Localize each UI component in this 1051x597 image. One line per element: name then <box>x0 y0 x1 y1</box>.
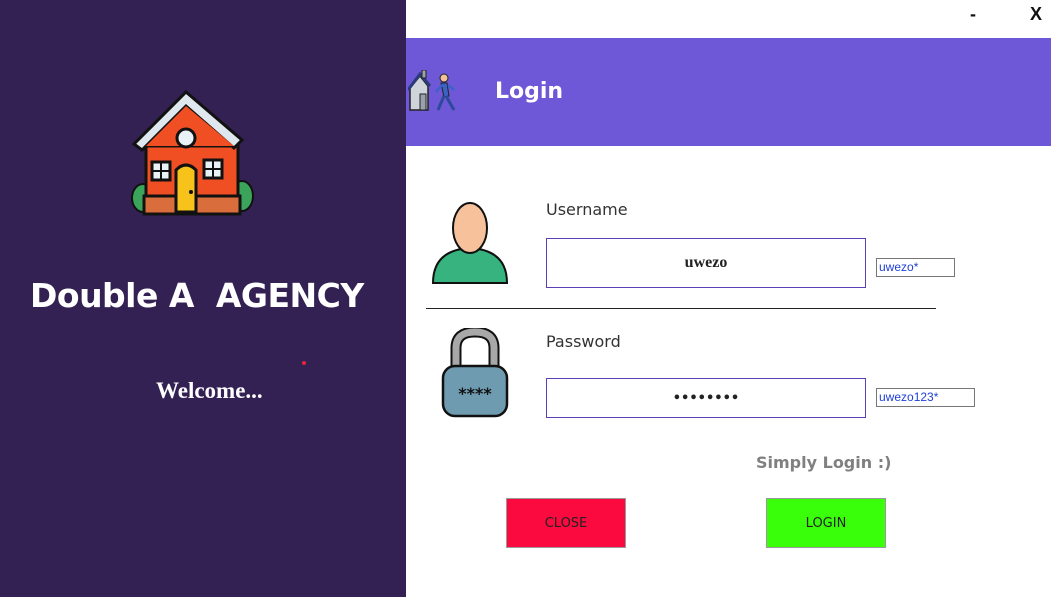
username-input[interactable]: uwezo <box>546 238 866 288</box>
minimize-button[interactable]: - <box>963 4 983 28</box>
house-icon <box>131 89 254 216</box>
close-window-button[interactable]: X <box>1026 4 1046 28</box>
agency-title: Double A AGENCY <box>30 276 364 315</box>
red-dot <box>302 361 306 365</box>
login-title: Login <box>495 79 564 104</box>
welcome-text: Welcome... <box>156 378 263 403</box>
username-label: Username <box>546 200 628 219</box>
left-panel: Double A AGENCY Welcome... <box>0 0 406 597</box>
login-header: Login <box>406 38 1051 146</box>
close-button[interactable]: CLOSE <box>506 498 626 548</box>
svg-text:****: **** <box>458 384 492 403</box>
divider <box>426 308 936 309</box>
user-avatar-icon <box>431 202 509 284</box>
header-home-person-icon <box>408 70 456 111</box>
password-label: Password <box>546 332 621 351</box>
password-input[interactable]: •••••••• <box>546 378 866 418</box>
padlock-icon: **** <box>441 328 509 418</box>
password-hint: uwezo123* <box>876 388 975 407</box>
login-button[interactable]: LOGIN <box>766 498 886 548</box>
tagline: Simply Login :) <box>756 453 892 472</box>
username-hint: uwezo* <box>876 258 955 277</box>
